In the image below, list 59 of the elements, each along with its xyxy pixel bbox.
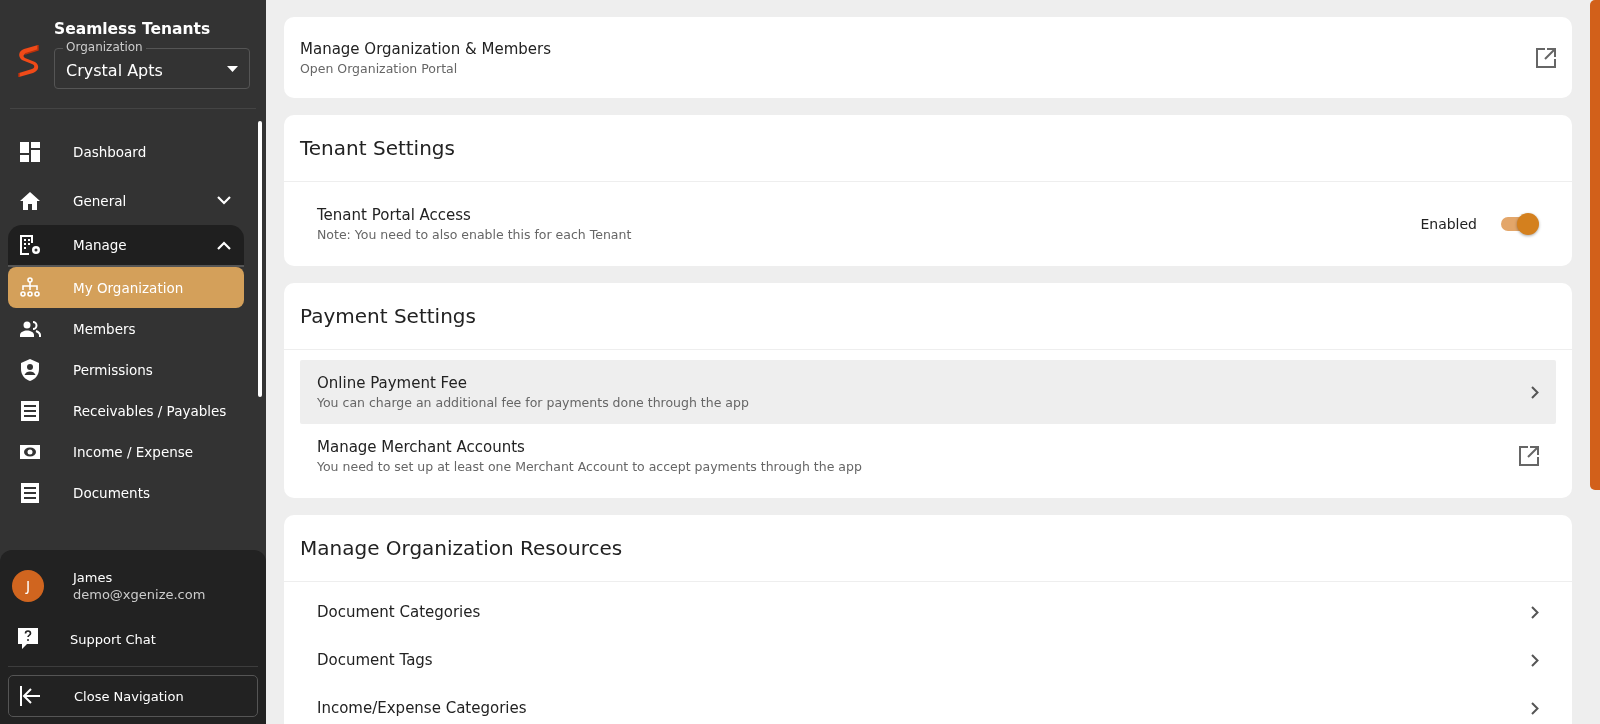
settings-row[interactable]: Tenant Portal Access Note: You need to also enable this for each Tenant Enabled — [300, 192, 1556, 256]
dashboard-icon — [20, 141, 40, 162]
home-icon — [20, 191, 40, 210]
nav-item[interactable]: Income / Expense — [8, 431, 244, 472]
card-title[interactable]: Manage Organization & Members — [300, 39, 551, 58]
shield-person-icon — [21, 358, 39, 381]
dropdown-caret-icon — [227, 65, 238, 72]
settings-row[interactable]: Income/Expense Categories — [300, 684, 1556, 724]
row-title: Manage Merchant Accounts — [317, 438, 526, 456]
row-title: Document Categories — [317, 603, 481, 621]
expand-icon — [217, 196, 231, 205]
hierarchy-icon — [19, 276, 41, 299]
nav-item[interactable]: Members — [8, 308, 244, 349]
row-description: You need to set up at least one Merchant Account to accept payments through the app — [317, 459, 862, 474]
row-title: Income/Expense Categories — [317, 699, 527, 717]
nav-item[interactable]: Dashboard — [8, 127, 244, 176]
section-title: Payment Settings — [284, 283, 1572, 350]
row-title: Online Payment Fee — [317, 374, 468, 392]
logo-icon — [16, 43, 42, 79]
receipt-icon — [21, 400, 39, 421]
receipt-icon — [21, 482, 39, 503]
chevron-right-icon — [1531, 605, 1539, 619]
settings-row[interactable]: Manage Merchant Accounts You need to set up at least one Merchant Account to accept payments through the app — [300, 424, 1556, 488]
settings-row[interactable]: Online Payment Fee You can charge an additional fee for payments done through the app — [300, 360, 1556, 424]
support-chat-item[interactable]: Support Chat — [8, 612, 258, 666]
toggle-switch[interactable] — [1501, 213, 1539, 235]
app-name: Seamless Tenants — [54, 19, 212, 38]
toggle-state-label: Enabled — [1420, 216, 1477, 232]
scrollbar-thumb[interactable] — [258, 121, 262, 397]
external-link-icon — [1519, 446, 1539, 466]
chevron-right-icon — [1531, 385, 1539, 399]
row-title: Tenant Portal Access — [317, 206, 472, 224]
collapse-icon — [217, 240, 231, 250]
close-navigation-button[interactable]: Close Navigation — [8, 675, 258, 717]
row-title: Document Tags — [317, 651, 433, 669]
user-avatar[interactable]: J — [12, 570, 44, 602]
user-name: James — [73, 570, 114, 585]
row-description: Note: You need to also enable this for each Tenant — [317, 227, 632, 242]
cash-icon — [20, 444, 40, 459]
people-icon — [19, 320, 41, 337]
card-subtitle: Open Organization Portal — [300, 60, 459, 76]
section-title: Tenant Settings — [284, 115, 1572, 182]
row-description: You can charge an additional fee for payments done through the app — [317, 395, 749, 410]
settings-row[interactable]: Document Categories — [300, 588, 1556, 636]
chevron-right-icon — [1531, 701, 1539, 715]
nav-item[interactable]: Permissions — [8, 349, 244, 390]
external-link-icon — [1536, 47, 1556, 68]
section-title: Manage Organization Resources — [284, 515, 1572, 582]
user-email: demo@xgenize.com — [73, 587, 206, 602]
nav-item[interactable]: Documents — [8, 472, 244, 513]
nav-item[interactable]: Receivables / Payables — [8, 390, 244, 431]
scrollbar-thumb[interactable] — [1590, 0, 1600, 490]
chevron-right-icon — [1531, 653, 1539, 667]
nav-item[interactable]: General — [8, 176, 244, 225]
nav-item[interactable]: Manage — [8, 225, 244, 265]
settings-row[interactable]: Document Tags — [300, 636, 1556, 684]
building-gear-icon — [19, 234, 41, 256]
help-chat-icon — [18, 628, 38, 650]
collapse-arrow-icon — [19, 686, 41, 706]
